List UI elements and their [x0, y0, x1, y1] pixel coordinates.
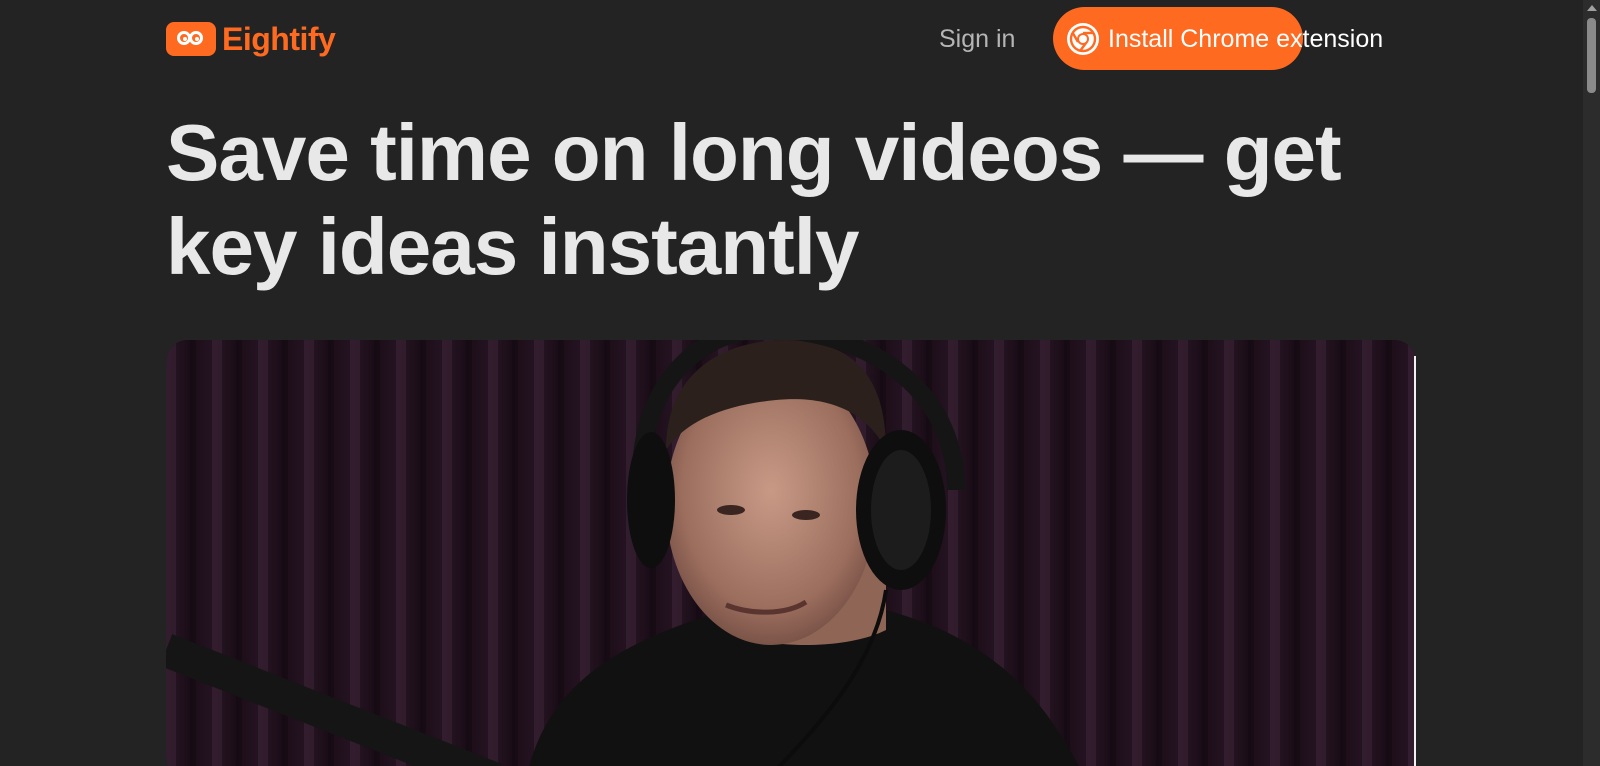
install-chrome-extension-button[interactable]: Install Chrome extension	[1053, 7, 1383, 70]
install-button-label: Install Chrome extension	[1108, 24, 1384, 53]
sign-in-link[interactable]: Sign in	[939, 22, 1015, 56]
hero-headline: Save time on long videos — get key ideas…	[166, 108, 1342, 291]
video-preview[interactable]	[166, 340, 1416, 766]
video-thumbnail-image	[166, 340, 1416, 766]
logo-text: Eightify	[222, 21, 336, 57]
scroll-up-arrow-icon[interactable]	[1587, 5, 1597, 11]
site-header: Eightify Sign in Install Chrome extensio…	[166, 0, 1416, 78]
page: Eightify Sign in Install Chrome extensio…	[0, 0, 1600, 766]
page-scrollbar[interactable]	[1583, 0, 1600, 766]
logo[interactable]: Eightify	[166, 20, 336, 58]
chrome-logo-icon	[1067, 22, 1099, 55]
video-frame-edge	[1414, 356, 1416, 766]
scrollbar-thumb[interactable]	[1587, 18, 1596, 93]
eightify-logo-icon	[166, 22, 216, 56]
